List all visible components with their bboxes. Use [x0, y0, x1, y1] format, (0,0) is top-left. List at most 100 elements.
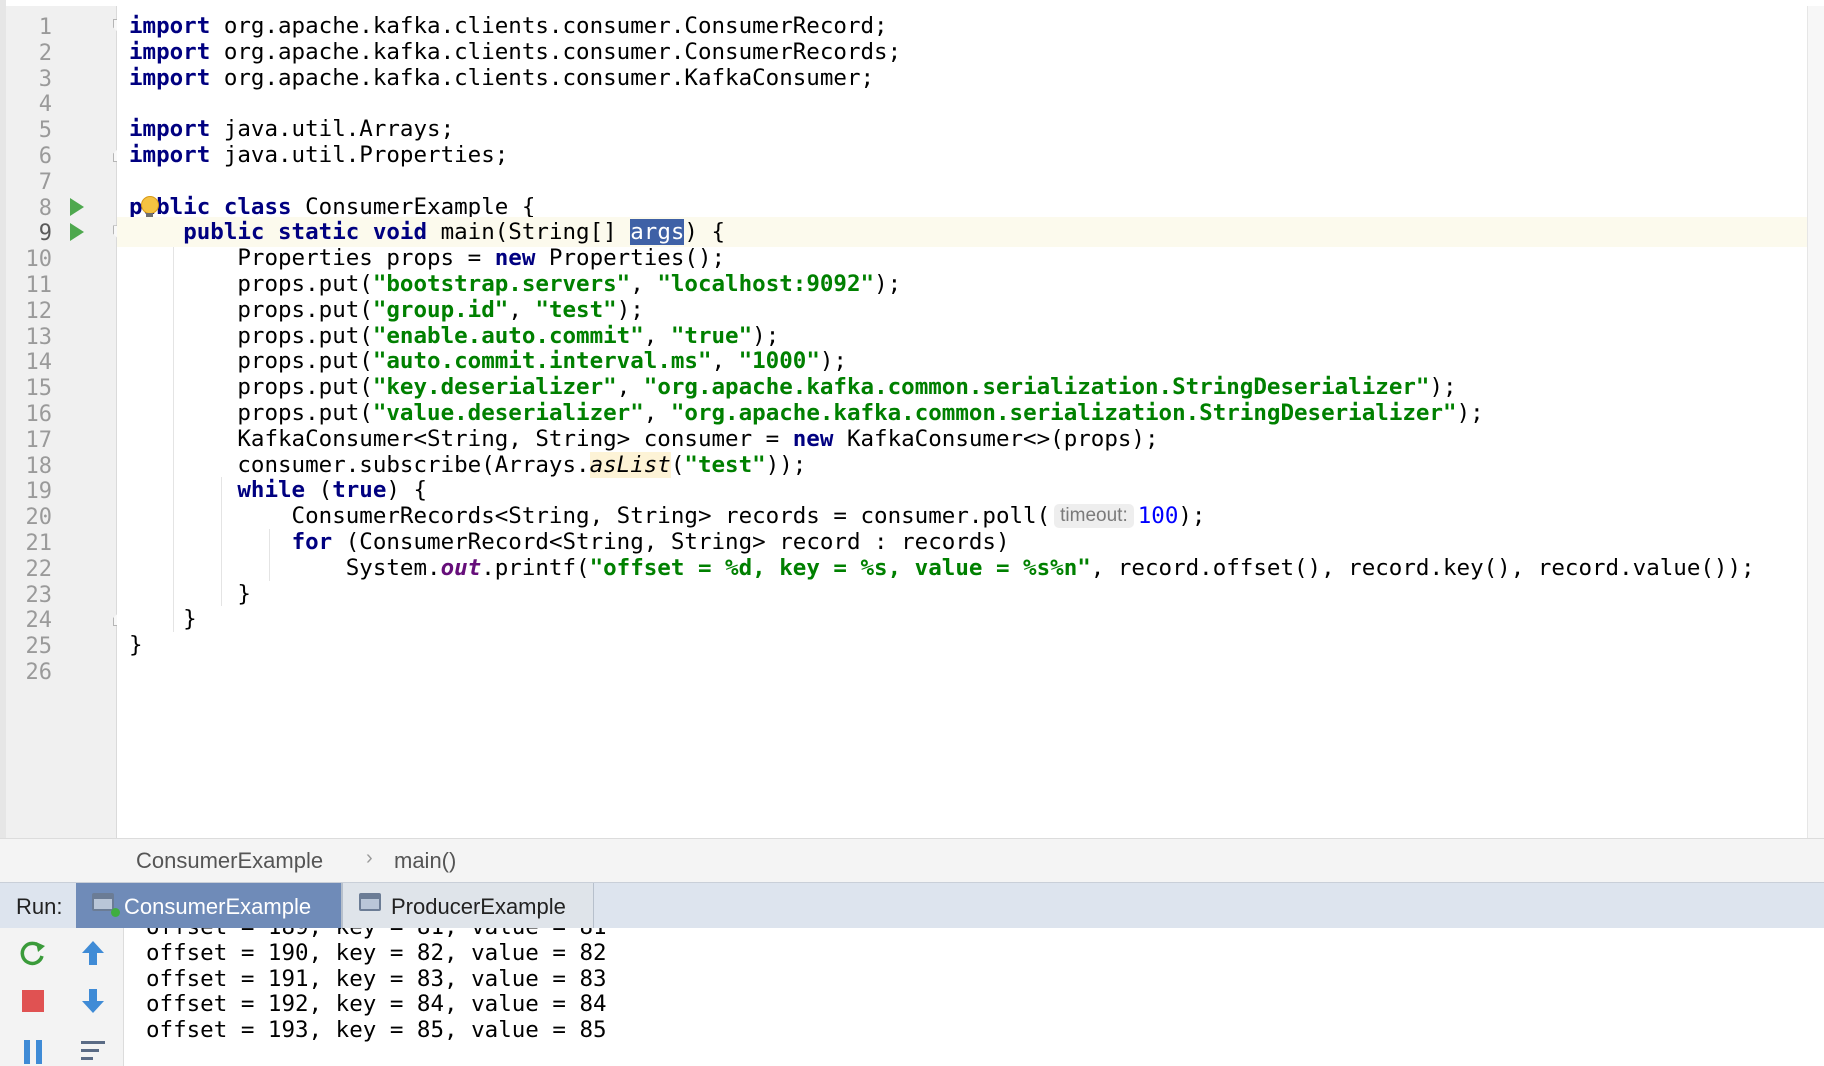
- code-token: org.apache.kafka.clients.consumer.KafkaC…: [210, 64, 875, 91]
- scroll-down-icon[interactable]: [78, 986, 108, 1016]
- code-token: import: [129, 13, 211, 39]
- code-token: import: [129, 64, 211, 91]
- soft-wrap-icon[interactable]: [78, 1036, 108, 1066]
- run-tool-window-header: Run: ConsumerExample ProducerExample: [0, 882, 1824, 930]
- code-token: void: [372, 219, 428, 246]
- code-token: "group.id": [372, 296, 509, 323]
- code-token: .printf(: [481, 554, 590, 581]
- code-token: main(String[]: [427, 219, 631, 246]
- code-token: "auto.commit.interval.ms": [372, 348, 712, 375]
- code-token: props.put(: [129, 296, 373, 323]
- code-token: import: [129, 116, 211, 143]
- scroll-up-icon[interactable]: [78, 938, 108, 968]
- code-token: import: [129, 38, 211, 65]
- code-token: "bootstrap.servers": [372, 271, 631, 297]
- code-token: props.put(: [129, 271, 373, 297]
- breadcrumb-item-class[interactable]: ConsumerExample: [136, 848, 323, 874]
- line-number: 26: [25, 660, 53, 685]
- pause-icon[interactable]: [18, 1036, 48, 1066]
- code-token: }: [129, 632, 143, 659]
- code-editor[interactable]: import org.apache.kafka.clients.consumer…: [117, 6, 1807, 838]
- run-toolbar: [0, 928, 124, 1066]
- code-token: java.util.Arrays;: [210, 116, 455, 143]
- code-token: }: [129, 606, 197, 633]
- code-token: ConsumerExample {: [291, 193, 536, 220]
- code-token: , record.offset(), record.key(), record.…: [1090, 554, 1755, 581]
- rerun-icon[interactable]: [18, 938, 48, 968]
- code-token: "1000": [738, 348, 820, 375]
- run-gutter-icon[interactable]: [70, 197, 84, 216]
- code-token: java.util.Properties;: [210, 142, 509, 168]
- intention-bulb-icon[interactable]: [141, 195, 159, 218]
- code-token: "org.apache.kafka.common.serialization.S…: [643, 374, 1430, 401]
- code-token: );: [1178, 503, 1206, 530]
- code-token: public: [183, 219, 265, 246]
- code-token: props.put(: [129, 348, 373, 375]
- code-token: org.apache.kafka.clients.consumer.Consum…: [210, 38, 902, 65]
- code-token: Properties props =: [129, 245, 495, 272]
- run-gutter-icon[interactable]: [70, 223, 84, 242]
- code-token: new: [494, 245, 536, 272]
- code-token: "test": [535, 296, 617, 323]
- code-token: class: [223, 193, 292, 220]
- code-token: static: [278, 219, 360, 246]
- parameter-hint: timeout:: [1054, 504, 1134, 529]
- code-token: ,: [616, 374, 644, 401]
- code-token: ConsumerRecords<String, String> records …: [129, 503, 1051, 530]
- code-token: ,: [643, 400, 671, 426]
- code-token: ,: [508, 296, 536, 323]
- stop-icon[interactable]: [18, 986, 48, 1016]
- code-token: (: [670, 451, 685, 478]
- code-token: new: [792, 425, 834, 452]
- code-line[interactable]: [117, 656, 1807, 686]
- code-token: asList: [589, 451, 671, 478]
- console-output[interactable]: offset = 189, key = 81, value = 81offset…: [124, 928, 1824, 1066]
- code-token: for: [291, 529, 333, 555]
- code-token: props.put(: [129, 322, 373, 349]
- editor-vertical-scrollbar[interactable]: [1807, 6, 1824, 838]
- code-token: (: [305, 477, 333, 504]
- code-token: }: [129, 580, 251, 607]
- tab-label: ProducerExample: [391, 894, 566, 919]
- run-config-icon: [92, 893, 120, 917]
- code-token: System.: [129, 554, 441, 581]
- code-token: props.put(: [129, 374, 373, 401]
- code-token: ,: [643, 322, 671, 349]
- code-token: ,: [711, 348, 739, 375]
- code-token: (ConsumerRecord<String, String> record :…: [332, 529, 1010, 555]
- code-token: true: [332, 477, 387, 504]
- line-number-gutter[interactable]: 1 2 3 4 5 6 7 8 9 10 11 12 13 14 15 16 17 18 19 20 21 22 23 24 2…: [6, 6, 125, 838]
- run-label: Run:: [16, 894, 63, 919]
- code-token: ));: [765, 451, 807, 478]
- code-token: out: [440, 554, 482, 581]
- code-token: args: [630, 219, 685, 246]
- code-token: );: [819, 348, 847, 375]
- breadcrumb-separator-icon: ›: [366, 847, 373, 869]
- code-token: while: [237, 477, 306, 504]
- code-token: "offset = %d, key = %s, value = %s%n": [589, 554, 1091, 581]
- tab-consumer-example[interactable]: ConsumerExample: [76, 883, 342, 929]
- code-token: );: [1456, 400, 1484, 426]
- code-token: );: [874, 271, 902, 297]
- code-token: "enable.auto.commit": [372, 322, 644, 349]
- console-line: offset = 193, key = 85, value = 85: [146, 1017, 607, 1044]
- code-token: import: [129, 142, 211, 168]
- code-token: );: [616, 296, 644, 323]
- tab-label: ConsumerExample: [124, 894, 312, 919]
- run-config-icon: [359, 893, 381, 911]
- code-token: consumer.subscribe(Arrays.: [129, 451, 590, 478]
- code-token: );: [1429, 374, 1457, 401]
- code-token: "key.deserializer": [372, 374, 617, 401]
- code-token: "true": [670, 322, 753, 349]
- breadcrumb-item-method[interactable]: main(): [394, 848, 456, 874]
- code-token: "value.deserializer": [372, 400, 644, 426]
- code-token: ) {: [386, 477, 428, 504]
- tab-producer-example[interactable]: ProducerExample: [342, 883, 594, 929]
- code-token: KafkaConsumer<>(props);: [833, 425, 1159, 452]
